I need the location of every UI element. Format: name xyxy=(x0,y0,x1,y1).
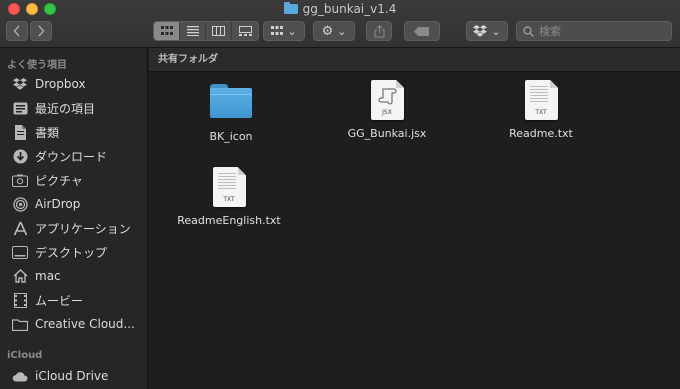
tags-button[interactable] xyxy=(404,21,440,41)
sidebar-item-dropbox[interactable]: Dropbox xyxy=(12,73,146,95)
file-item-jsx[interactable]: JSX GG_Bunkai.jsx xyxy=(327,80,447,140)
sidebar-item-pictures[interactable]: ピクチャ xyxy=(12,169,146,191)
sidebar-item-label: 書類 xyxy=(35,125,60,140)
group-by-button[interactable]: ⌄ xyxy=(263,21,305,41)
window-title: gg_bunkai_v1.4 xyxy=(0,1,680,17)
share-button[interactable] xyxy=(366,21,392,41)
icloud-icon xyxy=(12,368,28,384)
downloads-icon xyxy=(12,148,28,164)
txt-file-icon: TXT xyxy=(524,80,558,120)
file-browser: 共有フォルダ BK_icon JSX GG_Bunkai.jsx TXT Rea… xyxy=(149,48,680,389)
home-icon xyxy=(12,268,28,284)
file-item-txt[interactable]: TXT ReadmeEnglish.txt xyxy=(169,167,289,227)
search-field[interactable] xyxy=(516,21,672,41)
txt-file-icon: TXT xyxy=(212,167,246,207)
sidebar-section-favorites: よく使う項目 xyxy=(7,60,67,71)
sidebar-item-label: デスクトップ xyxy=(35,245,108,260)
file-name: ReadmeEnglish.txt xyxy=(177,214,281,227)
back-button[interactable] xyxy=(6,21,28,41)
sidebar-item-airdrop[interactable]: AirDrop xyxy=(12,193,146,215)
search-icon xyxy=(523,25,534,37)
sidebar-item-documents[interactable]: 書類 xyxy=(12,121,146,143)
chevron-down-icon: ⌄ xyxy=(337,24,347,38)
file-type-badge: JSX xyxy=(382,109,392,116)
file-name: GG_Bunkai.jsx xyxy=(347,127,427,140)
desktop-icon xyxy=(12,244,28,260)
column-view-icon xyxy=(212,26,225,36)
sidebar-item-label: ダウンロード xyxy=(35,149,108,164)
action-menu-button[interactable]: ⚙ ⌄ xyxy=(313,21,355,41)
sidebar-item-label: ピクチャ xyxy=(35,173,83,188)
sidebar-item-label: Dropbox xyxy=(35,77,86,91)
sidebar-item-label: アプリケーション xyxy=(35,221,131,236)
sidebar-item-recents[interactable]: 最近の項目 xyxy=(12,97,146,119)
file-name: BK_icon xyxy=(209,130,253,143)
sidebar-item-label: 最近の項目 xyxy=(35,101,96,116)
column-view-button[interactable] xyxy=(206,22,232,40)
sidebar-item-label: iCloud Drive xyxy=(35,369,109,383)
sidebar-item-icloud-drive[interactable]: iCloud Drive xyxy=(12,365,146,387)
tag-icon xyxy=(414,26,429,36)
icon-view-button[interactable] xyxy=(154,22,180,40)
gallery-view-button[interactable] xyxy=(232,22,258,40)
list-view-button[interactable] xyxy=(180,22,206,40)
sidebar-item-label: ムービー xyxy=(35,293,84,308)
group-grid-icon xyxy=(271,26,284,35)
chevron-down-icon: ⌄ xyxy=(491,24,501,38)
file-type-badge: TXT xyxy=(223,196,235,203)
shared-folder-header: 共有フォルダ xyxy=(149,48,680,72)
view-mode-selector xyxy=(153,21,259,41)
gallery-view-icon xyxy=(238,26,252,36)
sidebar-item-desktop[interactable]: デスクトップ xyxy=(12,241,146,263)
share-icon xyxy=(374,24,384,37)
dropbox-menu-button[interactable]: ⌄ xyxy=(466,21,508,41)
file-item-folder[interactable]: BK_icon xyxy=(171,80,291,143)
sidebar-item-label: Creative Cloud... xyxy=(35,317,135,331)
icon-view-icon xyxy=(160,26,173,35)
file-type-badge: TXT xyxy=(535,109,547,116)
chevron-down-icon: ⌄ xyxy=(287,24,297,38)
file-name: Readme.txt xyxy=(509,127,573,140)
sidebar-item-downloads[interactable]: ダウンロード xyxy=(12,145,146,167)
documents-icon xyxy=(12,124,28,140)
jsx-file-icon: JSX xyxy=(370,80,404,120)
sidebar-item-applications[interactable]: アプリケーション xyxy=(12,217,146,239)
folder-icon xyxy=(210,84,252,118)
sidebar-item-home[interactable]: mac xyxy=(12,265,146,287)
airdrop-icon xyxy=(12,196,28,212)
gear-icon: ⚙ xyxy=(321,23,334,39)
chevron-right-icon xyxy=(38,25,45,37)
dropbox-icon xyxy=(12,76,28,92)
sidebar-item-label: AirDrop xyxy=(35,197,81,211)
sidebar-item-movies[interactable]: ムービー xyxy=(12,289,146,311)
applications-icon xyxy=(12,220,28,236)
file-item-txt[interactable]: TXT Readme.txt xyxy=(481,80,601,140)
recents-icon xyxy=(12,100,28,116)
sidebar-section-icloud: iCloud xyxy=(7,350,43,361)
dropbox-icon xyxy=(473,25,488,37)
folder-icon xyxy=(12,316,28,332)
sidebar: よく使う項目 Dropbox 最近の項目 書類 ダウンロード ピクチャ AirD… xyxy=(0,48,148,389)
sidebar-item-label: mac xyxy=(35,269,61,283)
movies-icon xyxy=(12,292,28,308)
sidebar-item-creative-cloud[interactable]: Creative Cloud... xyxy=(12,313,146,335)
pictures-icon xyxy=(12,172,28,188)
search-input[interactable] xyxy=(539,24,659,38)
forward-button[interactable] xyxy=(30,21,52,41)
folder-icon xyxy=(283,2,298,14)
chevron-left-icon xyxy=(13,25,20,37)
list-view-icon xyxy=(186,26,199,36)
window-title-text: gg_bunkai_v1.4 xyxy=(302,2,397,16)
title-bar: gg_bunkai_v1.4 ⌄ ⚙ ⌄ ⌄ 検索 xyxy=(0,0,680,48)
